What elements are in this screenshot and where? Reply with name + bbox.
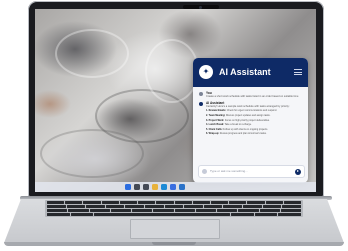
keyboard xyxy=(45,200,303,217)
chat-input[interactable]: Type or ask me something... xyxy=(198,165,305,178)
assistant-header: ✦ AI Assistant xyxy=(193,58,308,87)
attach-icon[interactable] xyxy=(202,169,207,174)
list-item: 2. Team Meeting: Discuss project updates… xyxy=(206,114,271,117)
task-view-icon[interactable] xyxy=(143,184,149,190)
wallpaper-swirl xyxy=(40,129,144,178)
start-icon[interactable] xyxy=(125,184,131,190)
ai-assistant-window[interactable]: ✦ AI Assistant You Create a short work s… xyxy=(193,58,308,183)
store-icon[interactable] xyxy=(170,184,176,190)
wallpaper-swirl xyxy=(145,39,199,103)
wallpaper-swirl xyxy=(55,29,129,78)
user-avatar xyxy=(199,92,203,96)
send-icon[interactable] xyxy=(295,168,301,175)
taskbar xyxy=(35,182,316,192)
mail-icon[interactable] xyxy=(179,184,185,190)
list-item: 3. Project Work: Focus on high-priority … xyxy=(206,118,270,122)
chat-input-placeholder[interactable]: Type or ask me something... xyxy=(210,169,248,173)
schedule-list: 1. Review Emails: Check for urgent commu… xyxy=(206,109,290,135)
user-message: You Create a short work schedule with ta… xyxy=(199,91,302,98)
taskbar-icons xyxy=(125,184,185,190)
lid-notch xyxy=(152,242,196,245)
list-item: 5. Client Calls: Follow up with clients … xyxy=(206,127,268,131)
list-item: 4. Lunch Break: Take a break to recharge… xyxy=(206,123,252,127)
message-text: Certainly! Here's a sample work schedule… xyxy=(206,105,290,109)
assistant-title: AI Assistant xyxy=(219,67,271,77)
list-item: 1. Review Emails: Check for urgent commu… xyxy=(206,109,277,113)
assistant-avatar xyxy=(199,102,203,107)
assistant-message: AI Assistant Certainly! Here's a sample … xyxy=(199,101,302,137)
touchpad xyxy=(130,219,220,239)
message-text: Create a short work schedule with tasks … xyxy=(206,95,299,98)
search-icon[interactable] xyxy=(134,184,140,190)
list-item: 6. Wrap-up: Review progress and plan tom… xyxy=(206,132,267,136)
desktop-screen: ✦ AI Assistant You Create a short work s… xyxy=(35,9,316,192)
edge-icon[interactable] xyxy=(161,184,167,190)
assistant-logo-icon: ✦ xyxy=(199,65,213,79)
explorer-icon[interactable] xyxy=(152,184,158,190)
menu-icon[interactable] xyxy=(294,69,302,75)
chat-body: You Create a short work schedule with ta… xyxy=(193,87,308,137)
